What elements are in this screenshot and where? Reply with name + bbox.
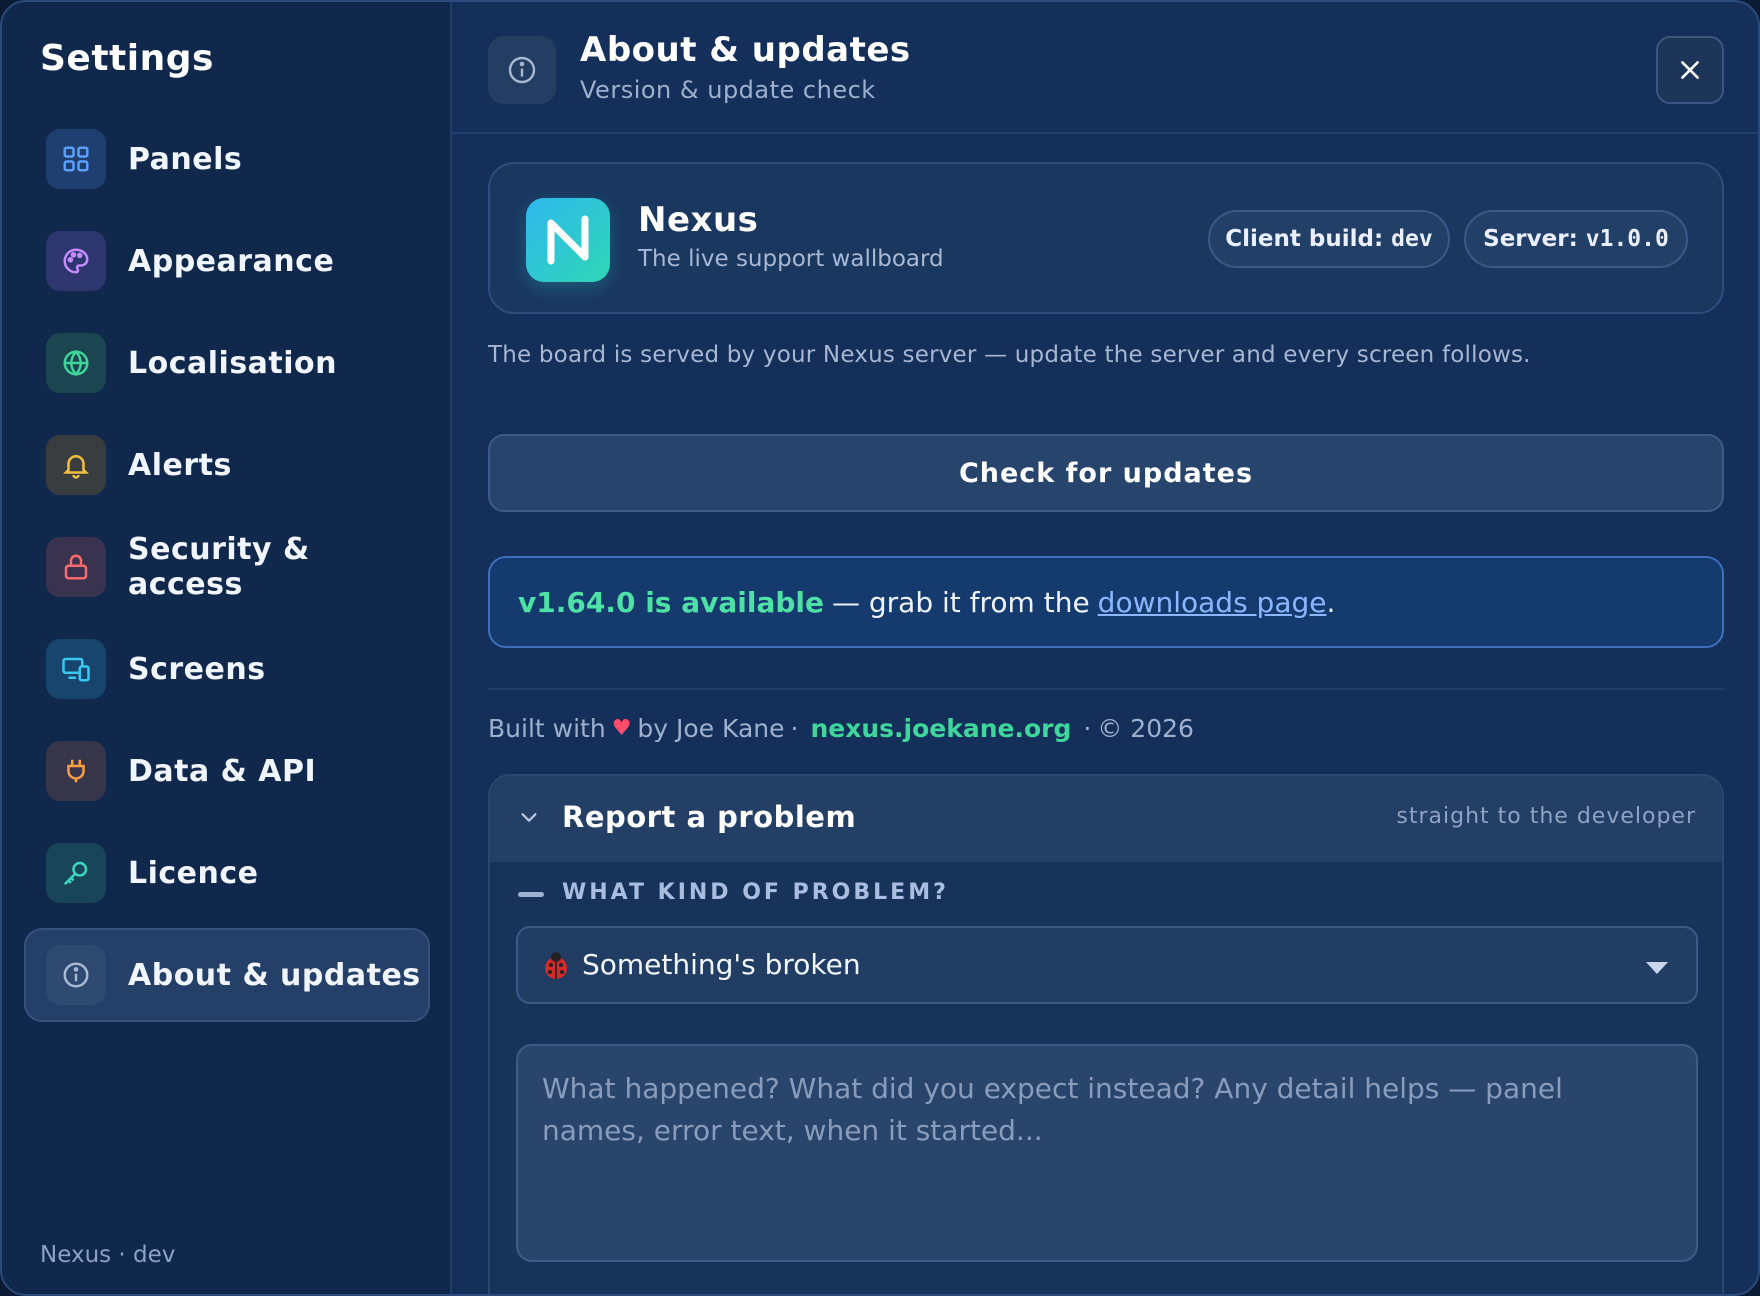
problem-kind-label: WHAT KIND OF PROBLEM?: [562, 880, 949, 905]
credits-separator: ·: [1083, 714, 1092, 743]
sidebar: Settings Panels Appearance Localisation …: [2, 2, 452, 1294]
website-link[interactable]: nexus.joekane.org: [810, 714, 1071, 743]
sidebar-item-about[interactable]: About & updates: [24, 928, 430, 1022]
lock-icon: [46, 537, 106, 597]
server-version-value: v1.0.0: [1585, 226, 1669, 252]
sidebar-item-label: About & updates: [128, 957, 421, 993]
caret-down-icon: [1646, 962, 1668, 974]
credits-author: by Joe Kane: [637, 714, 785, 743]
check-updates-button[interactable]: Check for updates: [488, 434, 1724, 512]
update-text: — grab it from the: [831, 585, 1090, 619]
sidebar-item-label: Screens: [128, 651, 266, 687]
report-problem-hint: straight to the developer: [1396, 804, 1696, 829]
credits-separator: ·: [790, 714, 799, 743]
page-header: About & updates Version & update check: [452, 2, 1758, 134]
section-dash: [518, 892, 544, 897]
served-description: The board is served by your Nexus server…: [488, 342, 1531, 368]
sidebar-nav: Panels Appearance Localisation Alerts Se…: [24, 112, 430, 1030]
ladybug-icon: [545, 952, 567, 979]
bell-icon: [46, 435, 106, 495]
client-build-value: dev: [1391, 226, 1433, 252]
sidebar-item-security[interactable]: Security & access: [24, 520, 430, 614]
credits-built-with: Built with: [488, 714, 606, 743]
client-build-label: Client build:: [1225, 226, 1384, 252]
app-info-card: Nexus The live support wallboard Client …: [488, 162, 1724, 314]
downloads-link[interactable]: downloads page: [1098, 586, 1327, 619]
copyright: © 2026: [1097, 714, 1194, 743]
problem-description-field[interactable]: [516, 1044, 1698, 1262]
grid-icon: [46, 129, 106, 189]
palette-icon: [46, 231, 106, 291]
settings-window: Settings Panels Appearance Localisation …: [0, 0, 1760, 1296]
server-label: Server:: [1483, 226, 1578, 252]
app-tagline: The live support wallboard: [638, 246, 944, 272]
sidebar-item-screens[interactable]: Screens: [24, 622, 430, 716]
page-subtitle: Version & update check: [580, 76, 876, 104]
app-logo: [526, 198, 610, 282]
sidebar-item-label: Data & API: [128, 753, 317, 789]
client-build-badge: Client build: dev: [1208, 210, 1450, 268]
sidebar-title: Settings: [40, 38, 214, 79]
sidebar-item-label: Appearance: [128, 243, 335, 279]
sidebar-footer: Nexus · dev: [40, 1242, 176, 1268]
update-available-banner: v1.64.0 is available — grab it from the …: [488, 556, 1724, 648]
info-icon: [46, 945, 106, 1005]
sidebar-item-licence[interactable]: Licence: [24, 826, 430, 920]
problem-kind-value: Something's broken: [582, 948, 861, 981]
sidebar-item-label: Licence: [128, 855, 259, 891]
report-problem-toggle[interactable]: Report a problem straight to the develop…: [490, 776, 1722, 862]
app-name: Nexus: [638, 200, 759, 240]
close-icon: [1681, 61, 1699, 79]
info-icon: [488, 36, 556, 104]
heart-icon: ♥: [611, 716, 632, 741]
divider: [488, 688, 1724, 690]
plug-icon: [46, 741, 106, 801]
page-title: About & updates: [580, 30, 911, 70]
report-problem-title: Report a problem: [562, 800, 857, 834]
update-version: v1.64.0 is available: [518, 585, 824, 619]
sidebar-item-label: Localisation: [128, 345, 338, 381]
problem-kind-select[interactable]: Something's broken: [516, 926, 1698, 1004]
sidebar-item-panels[interactable]: Panels: [24, 112, 430, 206]
sidebar-item-data-api[interactable]: Data & API: [24, 724, 430, 818]
report-problem-panel: Report a problem straight to the develop…: [488, 774, 1724, 1294]
nexus-logo-icon: [547, 215, 589, 265]
credits: Built with ♥ by Joe Kane · nexus.joekane…: [488, 714, 1194, 743]
sidebar-item-label: Alerts: [128, 447, 232, 483]
update-end: .: [1326, 585, 1336, 619]
sidebar-item-label: Security & access: [128, 532, 310, 602]
key-icon: [46, 843, 106, 903]
server-version-badge: Server: v1.0.0: [1464, 210, 1688, 268]
chevron-down-icon: [521, 813, 537, 822]
close-button[interactable]: [1656, 36, 1724, 104]
devices-icon: [46, 639, 106, 699]
sidebar-item-alerts[interactable]: Alerts: [24, 418, 430, 512]
sidebar-item-label: Panels: [128, 141, 243, 177]
globe-icon: [46, 333, 106, 393]
sidebar-item-localisation[interactable]: Localisation: [24, 316, 430, 410]
sidebar-item-appearance[interactable]: Appearance: [24, 214, 430, 308]
